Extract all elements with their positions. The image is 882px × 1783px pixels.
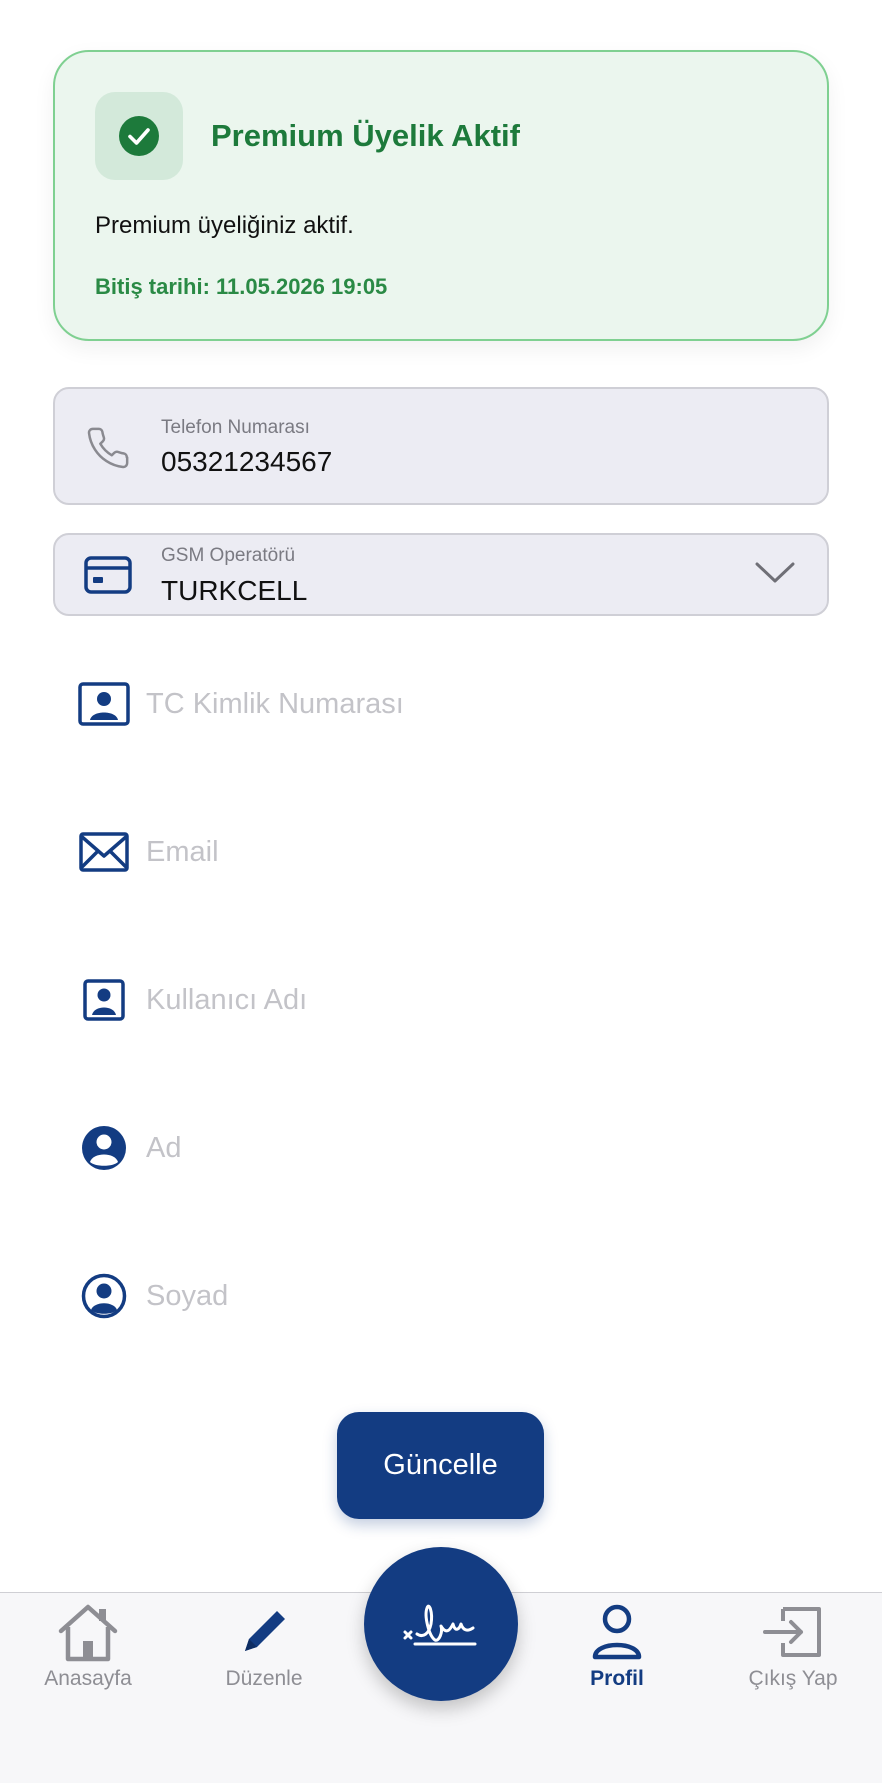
nav-label-home: Anasayfa (44, 1667, 132, 1690)
chevron-down-icon (755, 562, 795, 583)
nav-item-edit[interactable]: Düzenle (184, 1601, 344, 1711)
nav-label-profile: Profil (590, 1667, 644, 1690)
profile-page: Premium Üyelik Aktif Premium üyeliğiniz … (0, 0, 882, 1783)
first-name-input[interactable] (146, 1118, 806, 1178)
check-circle-icon (119, 116, 159, 156)
premium-icon-box (95, 92, 183, 180)
email-row (78, 822, 818, 882)
nav-item-home[interactable]: Anasayfa (8, 1601, 168, 1711)
home-icon (58, 1604, 118, 1662)
gsm-label: GSM Operatörü (161, 545, 296, 566)
premium-expiry-date: Bitiş tarihi: 11.05.2026 19:05 (95, 274, 388, 299)
premium-title: Premium Üyelik Aktif (211, 118, 520, 153)
gsm-operator-dropdown[interactable]: GSM Operatörü TURKCELL (53, 533, 829, 616)
id-card-icon (78, 680, 130, 728)
phone-label: Telefon Numarası (161, 417, 310, 438)
signature-icon (403, 1604, 477, 1646)
user-circle-filled-icon (78, 1124, 130, 1172)
envelope-icon (78, 828, 130, 876)
email-input[interactable] (146, 822, 806, 882)
logout-icon (763, 1607, 821, 1657)
phone-icon (87, 427, 129, 469)
user-circle-outline-icon (78, 1272, 130, 1320)
phone-value: 05321234567 (161, 446, 333, 477)
username-row (78, 970, 818, 1030)
pencil-icon (245, 1611, 285, 1651)
premium-status-card: Premium Üyelik Aktif Premium üyeliğiniz … (53, 50, 829, 341)
last-name-row (78, 1266, 818, 1326)
phone-field[interactable]: Telefon Numarası 05321234567 (53, 387, 829, 505)
update-button[interactable]: Güncelle (337, 1412, 544, 1519)
nav-item-profile[interactable]: Profil (537, 1601, 697, 1711)
last-name-input[interactable] (146, 1266, 806, 1326)
signature-button[interactable] (364, 1547, 518, 1701)
nav-label-edit: Düzenle (225, 1667, 303, 1690)
nav-item-logout[interactable]: Çıkış Yap (713, 1601, 873, 1711)
gsm-value: TURKCELL (161, 575, 308, 606)
tc-input[interactable] (146, 674, 806, 734)
first-name-row (78, 1118, 818, 1178)
username-input[interactable] (146, 970, 806, 1030)
tc-row (78, 674, 818, 734)
premium-description: Premium üyeliğiniz aktif. (95, 212, 354, 239)
user-badge-icon (78, 976, 130, 1024)
nav-label-logout: Çıkış Yap (748, 1667, 838, 1690)
card-icon (84, 556, 132, 594)
person-icon (592, 1604, 642, 1660)
